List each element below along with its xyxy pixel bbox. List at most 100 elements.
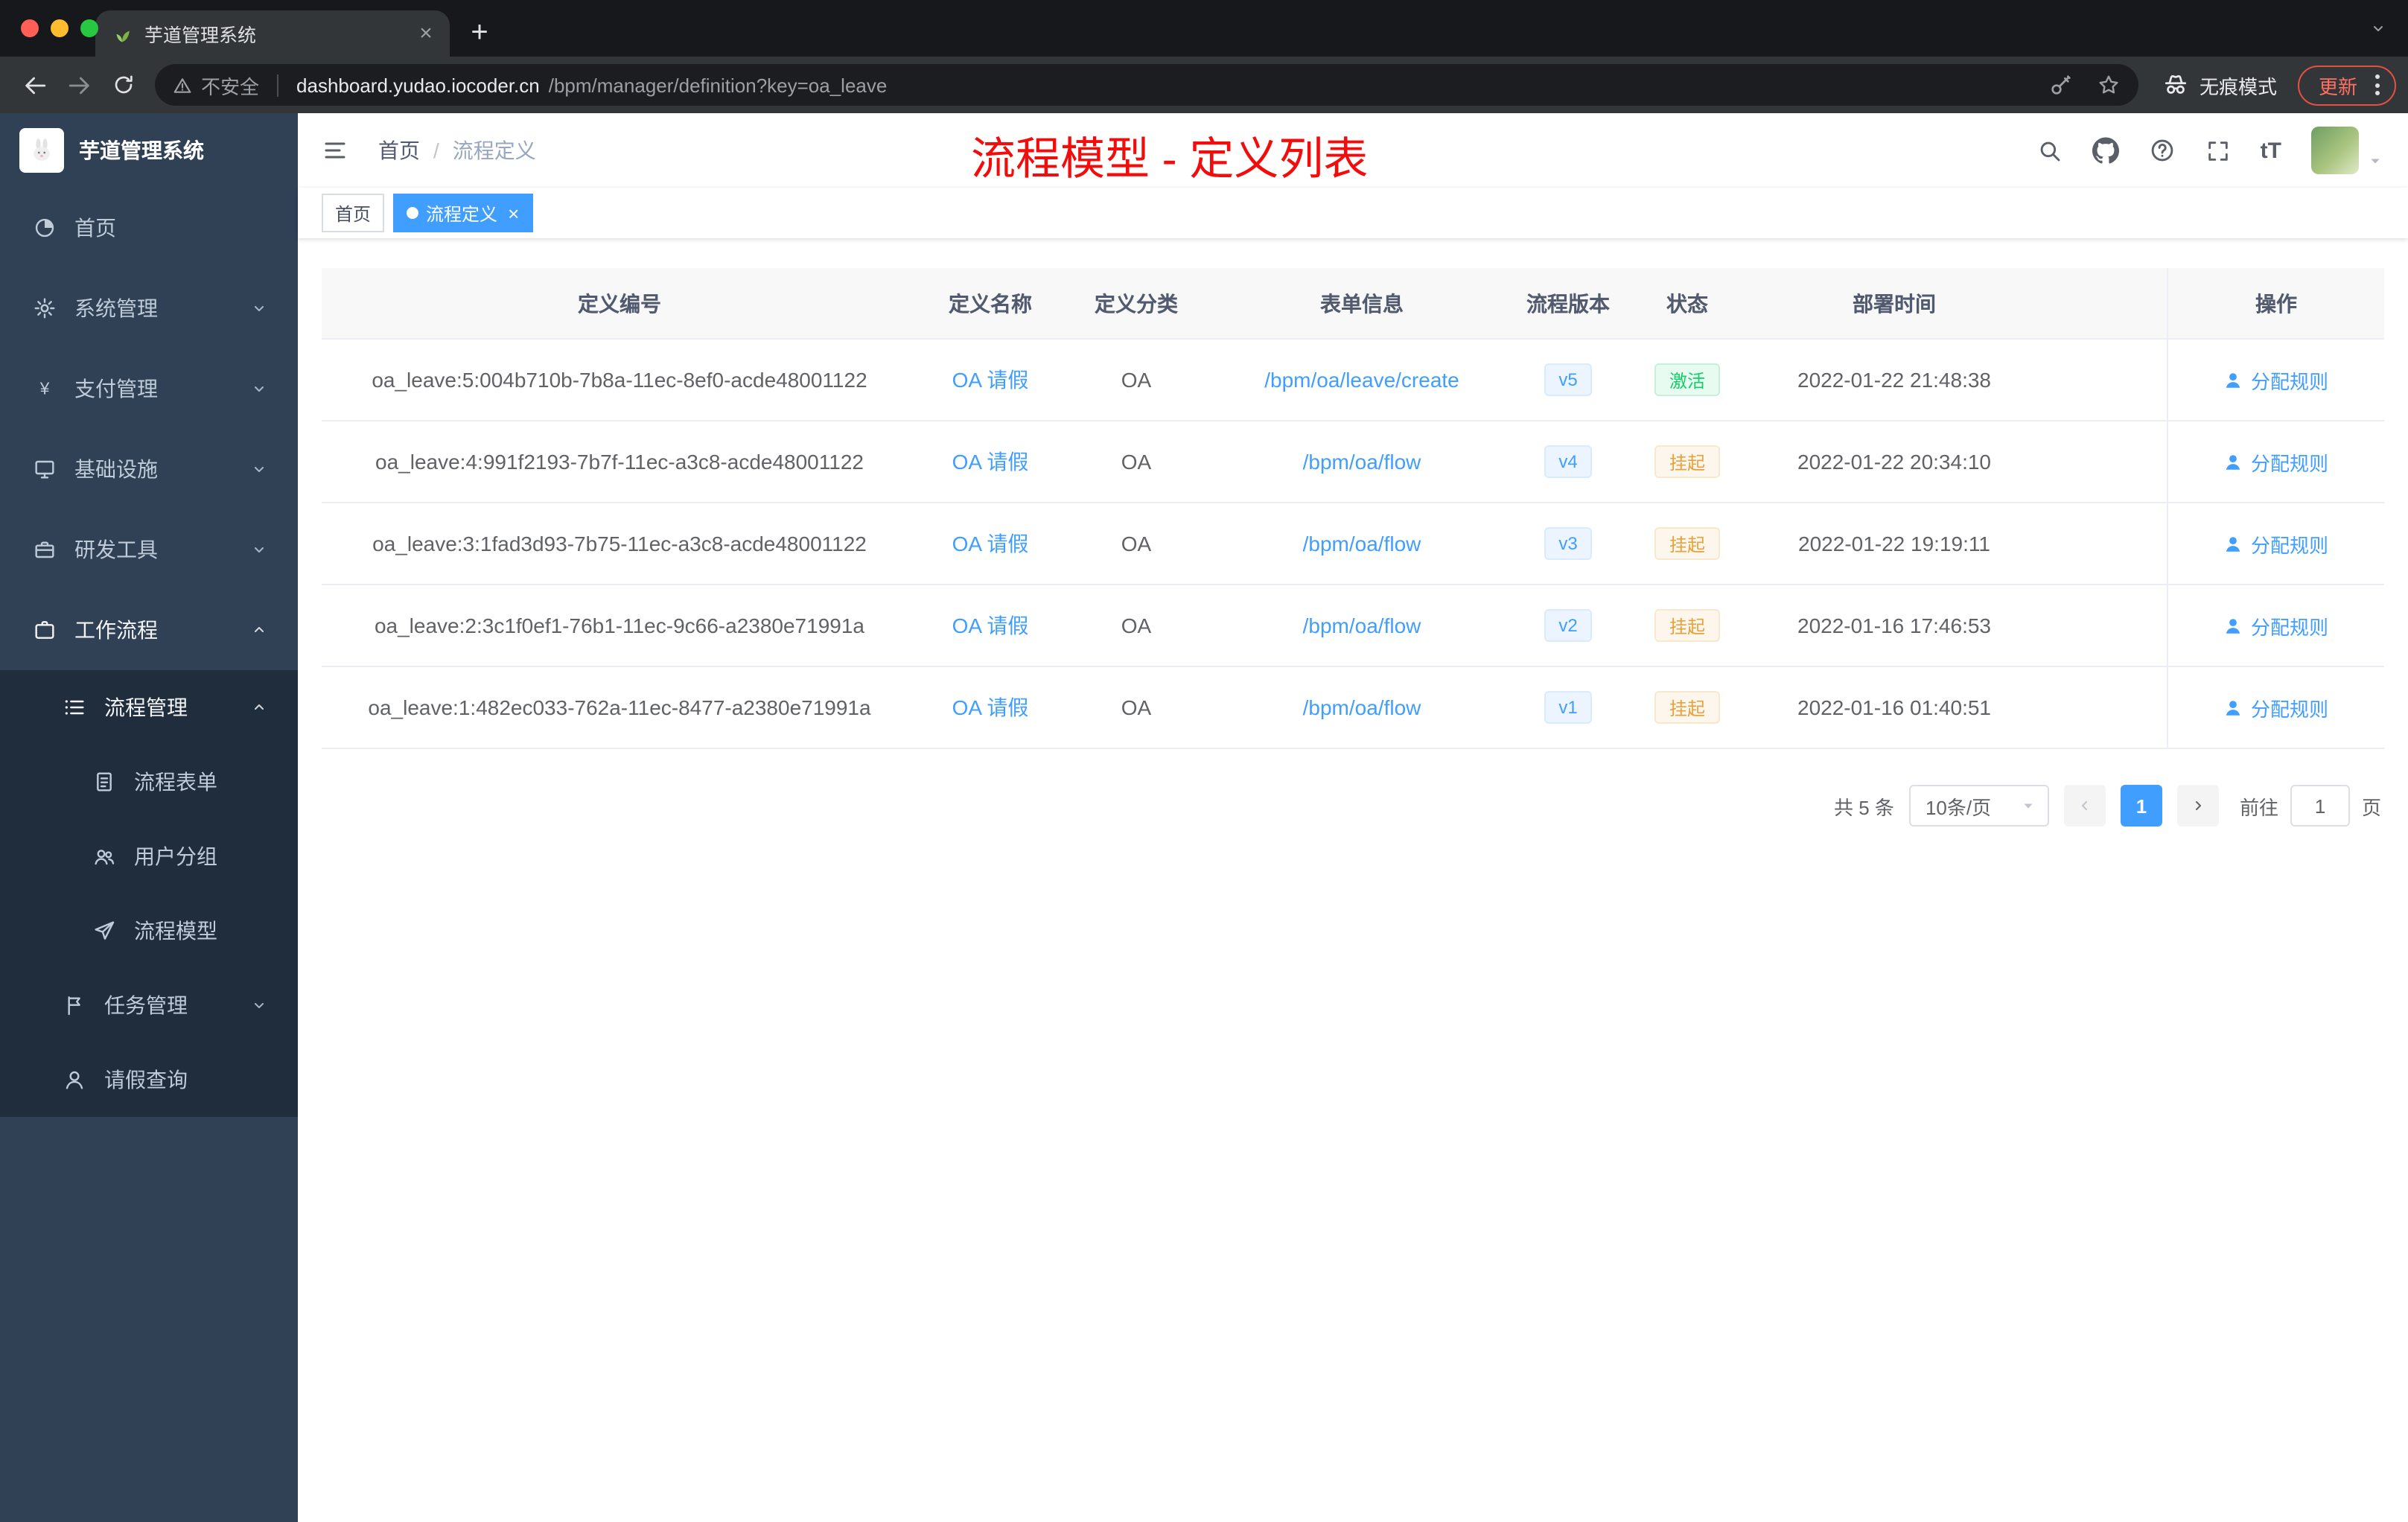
column-process-version: 流程版本 — [1526, 291, 1610, 315]
form-info-link[interactable]: /bpm/oa/flow — [1303, 695, 1421, 719]
form-info-link[interactable]: /bpm/oa/flow — [1303, 532, 1421, 555]
sidebar: 芋道管理系统 首页 系统管理 支付管理 基础设施 研发工具 工作流程 流程管理 … — [0, 113, 298, 1522]
cell-actions: 分配规则 — [2167, 421, 2384, 502]
browser-update-button[interactable]: 更新 — [2297, 65, 2396, 105]
definition-name-link[interactable]: OA 请假 — [952, 529, 1029, 558]
assign-rule-button[interactable]: 分配规则 — [2224, 366, 2328, 394]
assign-rule-button[interactable]: 分配规则 — [2224, 693, 2328, 722]
breadcrumb-separator: / — [433, 138, 439, 162]
status-badge: 激活 — [1654, 363, 1720, 396]
cell-deploy-time: 2022-01-22 19:19:11 — [1798, 532, 1990, 555]
tab-title: 芋道管理系统 — [144, 25, 257, 46]
new-tab-button[interactable]: + — [459, 12, 500, 54]
address-bar[interactable]: 不安全 dashboard.yudao.iocoder.cn/bpm/manag… — [155, 64, 2138, 106]
browser-tab[interactable]: 芋道管理系统 × — [95, 10, 450, 57]
window-controls[interactable] — [21, 19, 98, 37]
cell-actions: 分配规则 — [2167, 340, 2384, 420]
minimize-window-button[interactable] — [51, 19, 69, 37]
sidebar-item-payment-management[interactable]: 支付管理 — [0, 348, 298, 429]
tag-active-dot — [407, 207, 419, 219]
back-button[interactable] — [12, 63, 57, 107]
sidebar-item-process-model[interactable]: 流程模型 — [0, 894, 298, 968]
definition-name-link[interactable]: OA 请假 — [952, 692, 1029, 722]
status-badge: 挂起 — [1654, 691, 1720, 724]
sidebar-item-workflow[interactable]: 工作流程 — [0, 590, 298, 670]
sidebar-toggle-button[interactable] — [322, 136, 351, 165]
person-icon — [2224, 370, 2243, 389]
definition-name-link[interactable]: OA 请假 — [952, 447, 1029, 477]
definition-name-link[interactable]: OA 请假 — [952, 611, 1029, 640]
cell-process-version: v5 — [1514, 340, 1622, 420]
sidebar-item-system-management[interactable]: 系统管理 — [0, 268, 298, 348]
prev-page-button[interactable] — [2063, 785, 2106, 827]
screen: 芋道管理系统 × + 不安全 dashboard.yudao.iocoder.c… — [0, 0, 2408, 1522]
navbar-tools: tT — [2037, 127, 2384, 174]
cell-definition-category: OA — [1121, 532, 1152, 555]
page-number-button[interactable]: 1 — [2120, 785, 2162, 827]
logo-title: 芋道管理系统 — [79, 138, 204, 162]
tag-close-icon[interactable]: × — [508, 203, 519, 223]
sidebar-item-leave-query[interactable]: 请假查询 — [0, 1042, 298, 1117]
assign-rule-button[interactable]: 分配规则 — [2224, 448, 2328, 476]
browser-toolbar: 不安全 dashboard.yudao.iocoder.cn/bpm/manag… — [0, 57, 2408, 113]
form-icon — [92, 770, 116, 794]
security-label[interactable]: 不安全 — [201, 71, 259, 99]
tag-home[interactable]: 首页 — [322, 194, 385, 232]
cell-status: 挂起 — [1622, 421, 1753, 502]
sidebar-item-dev-tools[interactable]: 研发工具 — [0, 509, 298, 590]
page-size-select[interactable]: 10条/页 — [1908, 785, 2049, 827]
column-actions: 操作 — [2167, 268, 2384, 338]
font-size-button[interactable]: tT — [2261, 138, 2281, 163]
goto-page-input[interactable] — [2290, 785, 2350, 827]
assign-rule-button[interactable]: 分配规则 — [2224, 611, 2328, 640]
main-panel: 首页 / 流程定义 tT 流程模型 - 定义列表 首页 流程定义 × 定义编号 … — [298, 113, 2408, 1522]
password-key-icon[interactable] — [2049, 73, 2073, 97]
search-button[interactable] — [2037, 138, 2063, 163]
cell-status: 激活 — [1622, 340, 1753, 420]
incognito-icon — [2162, 71, 2189, 98]
cell-form-info: /bpm/oa/leave/create — [1209, 340, 1514, 420]
cell-actions: 分配规则 — [2167, 667, 2384, 748]
sidebar-item-process-management[interactable]: 流程管理 — [0, 670, 298, 745]
tag-process-definition[interactable]: 流程定义 × — [393, 194, 533, 232]
cell-definition-category: OA — [1121, 614, 1152, 637]
browser-menu-dots-icon[interactable] — [2368, 74, 2387, 95]
incognito-badge: 无痕模式 — [2162, 71, 2277, 99]
tab-close-icon[interactable]: × — [414, 22, 438, 45]
next-page-button[interactable] — [2176, 785, 2219, 827]
sidebar-logo[interactable]: 芋道管理系统 — [0, 113, 298, 188]
sidebar-item-home[interactable]: 首页 — [0, 188, 298, 268]
fullscreen-button[interactable] — [2205, 138, 2231, 163]
sidebar-item-process-form[interactable]: 流程表单 — [0, 745, 298, 819]
table-row-3: oa_leave:3:1fad3d93-7b75-11ec-a3c8-acde4… — [322, 503, 2384, 585]
form-info-link[interactable]: /bpm/oa/flow — [1303, 450, 1421, 474]
incognito-label: 无痕模式 — [2199, 75, 2277, 98]
assign-rule-button[interactable]: 分配规则 — [2224, 529, 2328, 558]
sidebar-item-user-group[interactable]: 用户分组 — [0, 819, 298, 894]
bookmark-star-icon[interactable] — [2097, 73, 2121, 97]
form-info-link[interactable]: /bpm/oa/flow — [1303, 614, 1421, 637]
cell-status: 挂起 — [1622, 503, 1753, 584]
forward-button[interactable] — [57, 63, 101, 107]
zoom-window-button[interactable] — [80, 19, 98, 37]
cell-deploy-time: 2022-01-16 01:40:51 — [1797, 695, 1991, 719]
sidebar-item-infrastructure[interactable]: 基础设施 — [0, 429, 298, 509]
close-window-button[interactable] — [21, 19, 39, 37]
tab-search-chevron-icon[interactable] — [2369, 19, 2387, 37]
reload-button[interactable] — [101, 63, 146, 107]
cell-definition-id: oa_leave:4:991f2193-7b7f-11ec-a3c8-acde4… — [375, 450, 864, 474]
sidebar-item-task-management[interactable]: 任务管理 — [0, 968, 298, 1042]
user-avatar[interactable] — [2311, 127, 2359, 174]
omnibox-divider — [277, 74, 279, 96]
table-row-5: oa_leave:1:482ec033-762a-11ec-8477-a2380… — [322, 667, 2384, 749]
docs-help-button[interactable] — [2149, 137, 2176, 164]
definition-name-link[interactable]: OA 请假 — [952, 365, 1029, 395]
column-status: 状态 — [1666, 291, 1708, 315]
form-info-link[interactable]: /bpm/oa/leave/create — [1264, 368, 1459, 392]
cell-form-info: /bpm/oa/flow — [1209, 585, 1514, 666]
cell-status: 挂起 — [1622, 667, 1753, 748]
github-link[interactable] — [2092, 137, 2119, 164]
breadcrumb-home[interactable]: 首页 — [378, 136, 420, 165]
pagination: 共 5 条 10条/页 1 前往 页 — [322, 785, 2384, 827]
user-menu[interactable] — [2311, 127, 2384, 174]
